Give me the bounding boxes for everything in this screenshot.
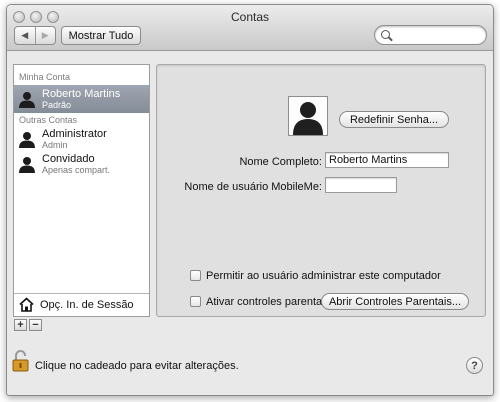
account-detail-panel: Redefinir Senha... Nome Completo: Robert… [156,64,486,317]
account-name: Administrator [42,128,107,140]
full-name-field[interactable]: Roberto Martins [325,152,449,168]
accounts-sidebar: Minha Conta Roberto Martins Padrão Outra… [13,64,150,317]
account-role: Admin [42,140,68,150]
account-role: Padrão [42,100,72,110]
account-name: Roberto Martins [42,88,121,100]
help-button[interactable]: ? [466,357,483,374]
account-picture[interactable] [288,96,328,136]
account-item-guest[interactable]: Convidado Apenas compart. [14,150,149,178]
forward-arrow-icon[interactable]: ▶ [34,27,56,44]
account-item-administrator[interactable]: Administrator Admin [14,125,149,153]
lock-message: Clique no cadeado para evitar alterações… [35,360,239,372]
open-parental-controls-button[interactable]: Abrir Controles Parentais... [321,293,469,310]
remove-account-button[interactable]: − [29,319,42,331]
back-forward-control: ◀ ▶ [14,26,56,45]
allow-admin-checkbox[interactable] [190,270,201,281]
account-item-roberto[interactable]: Roberto Martins Padrão [14,85,149,113]
lock-icon[interactable] [12,350,29,372]
user-silhouette-icon [293,102,323,135]
login-options-item[interactable]: Opç. In. de Sessão [14,293,149,316]
other-accounts-header: Outras Contas [19,115,78,125]
user-icon [19,157,35,173]
account-role: Apenas compart. [42,165,111,175]
title-bar: Contas ◀ ▶ Mostrar Tudo [7,5,493,51]
search-field[interactable] [374,25,487,45]
window-title: Contas [230,10,270,24]
house-icon [19,297,34,312]
mobileme-username-field[interactable] [325,177,397,193]
back-arrow-icon[interactable]: ◀ [15,27,35,44]
allow-admin-label: Permitir ao usuário administrar este com… [206,270,441,282]
show-all-button[interactable]: Mostrar Tudo [61,26,141,45]
user-icon [19,92,35,108]
mobileme-username-label: Nome de usuário MobileMe: [184,181,322,193]
parental-controls-label: Ativar controles parentais [206,296,331,308]
search-icon [381,30,390,39]
reset-password-button[interactable]: Redefinir Senha... [339,111,449,128]
parental-controls-checkbox[interactable] [190,296,201,307]
add-account-button[interactable]: + [14,319,27,331]
account-name: Convidado [42,153,95,165]
search-input[interactable] [395,28,483,42]
login-options-label: Opç. In. de Sessão [40,299,134,311]
my-account-header: Minha Conta [19,72,71,82]
accounts-window: Contas ◀ ▶ Mostrar Tudo Minha Conta Robe… [6,4,494,396]
full-name-label: Nome Completo: [239,156,322,168]
user-icon [19,132,35,148]
